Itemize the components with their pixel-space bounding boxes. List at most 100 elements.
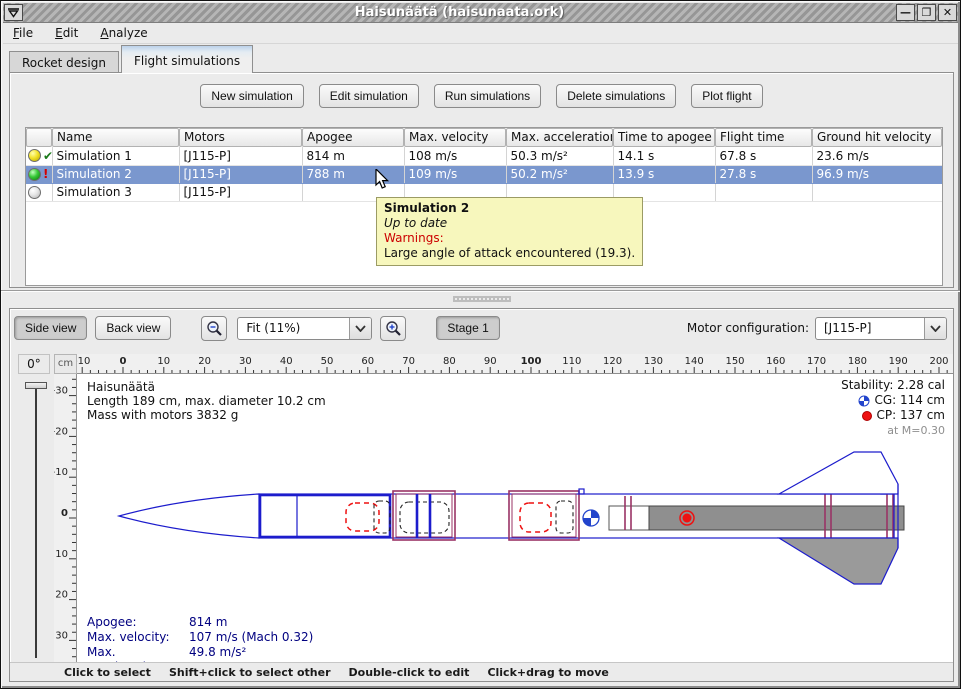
horizontal-splitter[interactable]	[1, 290, 961, 306]
stability-info: Stability: 2.28 cal CG: 114 cm CP: 137 c…	[841, 378, 945, 438]
cg-icon	[858, 395, 870, 407]
status-cell: ✔	[26, 147, 52, 165]
stage-1-toggle[interactable]: Stage 1	[436, 316, 499, 340]
svg-text:-10: -10	[77, 356, 90, 367]
column-header-name[interactable]: Name	[52, 128, 179, 147]
motor-configuration-label: Motor configuration:	[687, 321, 809, 335]
svg-text:-30: -30	[54, 386, 68, 397]
tab-flight-simulations[interactable]: Flight simulations	[121, 45, 253, 73]
hint-click-drag-to-move: Click+drag to move	[487, 666, 608, 679]
svg-text:-20: -20	[54, 426, 68, 437]
column-header-motors[interactable]: Motors	[179, 128, 302, 147]
simulation-table: NameMotorsApogeeMax. velocityMax. accele…	[26, 128, 943, 202]
check-icon: ✔	[43, 149, 52, 163]
cell-ground-hit-velocity: 23.6 m/s	[812, 147, 942, 165]
svg-text:20: 20	[55, 590, 68, 601]
table-row[interactable]: ✔Simulation 1[J115-P]814 m108 m/s50.3 m/…	[26, 147, 942, 165]
zoom-in-button[interactable]	[380, 316, 406, 341]
cell-ground-hit-velocity: 96.9 m/s	[812, 165, 942, 183]
rocket-mass: Mass with motors 3832 g	[87, 408, 326, 422]
maximize-button[interactable]: ❐	[917, 4, 936, 21]
table-row[interactable]: !Simulation 2[J115-P]788 m109 m/s50.2 m/…	[26, 165, 942, 183]
slider-handle[interactable]	[25, 382, 47, 389]
cg-marker	[583, 510, 599, 526]
side-view-button[interactable]: Side view	[14, 316, 87, 340]
zoom-out-button[interactable]	[201, 316, 227, 341]
max-acceleration-label: Max. acceleration:	[87, 645, 187, 662]
fin-top	[779, 452, 898, 494]
table-body: ✔Simulation 1[J115-P]814 m108 m/s50.3 m/…	[26, 147, 942, 201]
tooltip-status: Up to date	[384, 216, 635, 231]
back-view-button[interactable]: Back view	[95, 316, 171, 340]
column-header-status[interactable]	[26, 128, 52, 147]
delete-simulations-button[interactable]: Delete simulations	[556, 84, 676, 108]
minimize-button[interactable]: —	[896, 4, 915, 21]
svg-text:200: 200	[929, 356, 948, 367]
rocket-canvas[interactable]: Haisunäätä Length 189 cm, max. diameter …	[77, 374, 953, 662]
status-ball-gray-icon	[28, 186, 41, 199]
title-bar: Haisunäätä (haisunaata.ork) — ❐ ✕	[3, 3, 958, 23]
edit-simulation-button[interactable]: Edit simulation	[319, 84, 419, 108]
column-header-ground-hit-velocity[interactable]: Ground hit velocity	[812, 128, 942, 147]
cell-motors: [J115-P]	[179, 165, 302, 183]
column-header-max-velocity[interactable]: Max. velocity	[404, 128, 506, 147]
simulation-tooltip: Simulation 2 Up to date Warnings: Large …	[376, 197, 643, 266]
status-ball-green-icon	[28, 168, 41, 181]
cell-flight-time: 67.8 s	[715, 147, 812, 165]
horizontal-ruler: -100102030405060708090100110120130140150…	[77, 354, 953, 374]
svg-text:10: 10	[55, 549, 68, 560]
cell-apogee: 814 m	[302, 147, 404, 165]
svg-text:30: 30	[55, 630, 68, 641]
status-ball-yellow-icon	[28, 149, 41, 162]
svg-text:50: 50	[321, 356, 334, 367]
svg-text:120: 120	[603, 356, 622, 367]
tooltip-warning-text: Large angle of attack encountered (19.3)…	[384, 246, 635, 261]
rotation-slider[interactable]	[24, 380, 48, 662]
cell-max-acceleration: 50.2 m/s²	[506, 165, 613, 183]
cell-max-acceleration: 50.3 m/s²	[506, 147, 613, 165]
column-header-max-acceleration[interactable]: Max. acceleration	[506, 128, 613, 147]
main-tabs: Rocket designFlight simulations	[9, 45, 253, 73]
view-toolbar: Side view Back view Fit (11%)	[14, 315, 947, 341]
close-button[interactable]: ✕	[938, 4, 957, 21]
svg-text:30: 30	[239, 356, 252, 367]
apogee-value: 814 m	[189, 615, 313, 630]
window-title: Haisunäätä (haisunaata.ork)	[24, 5, 895, 20]
column-header-time-to-apogee[interactable]: Time to apogee	[613, 128, 715, 147]
app-window: Haisunäätä (haisunaata.ork) — ❐ ✕ File Ed…	[0, 0, 961, 689]
tab-rocket-design[interactable]: Rocket design	[9, 51, 119, 73]
cell-motors: [J115-P]	[179, 183, 302, 201]
close-icon: ✕	[943, 7, 952, 18]
window-menu-icon	[7, 7, 20, 19]
svg-text:0: 0	[120, 356, 127, 367]
nose-cone	[119, 494, 259, 538]
column-header-flight-time[interactable]: Flight time	[715, 128, 812, 147]
svg-text:90: 90	[484, 356, 497, 367]
motor-configuration-value: [J115-P]	[816, 321, 924, 335]
cell-name: Simulation 3	[52, 183, 179, 201]
svg-text:170: 170	[807, 356, 826, 367]
new-simulation-button[interactable]: New simulation	[200, 84, 303, 108]
tooltip-title: Simulation 2	[384, 201, 635, 216]
splitter-grip-icon	[453, 296, 511, 302]
window-menu-button[interactable]	[4, 4, 23, 21]
run-simulations-button[interactable]: Run simulations	[434, 84, 541, 108]
rocket-dimensions: Length 189 cm, max. diameter 10.2 cm	[87, 394, 326, 408]
zoom-level-select[interactable]: Fit (11%)	[237, 317, 372, 340]
svg-text:110: 110	[562, 356, 581, 367]
cg-value: CG: 114 cm	[874, 393, 945, 408]
menu-analyze[interactable]: Analyze	[100, 26, 147, 40]
motor-configuration-select[interactable]: [J115-P]	[815, 317, 947, 340]
svg-text:10: 10	[157, 356, 170, 367]
rocket-view-panel: Side view Back view Fit (11%)	[9, 308, 954, 682]
svg-text:160: 160	[766, 356, 785, 367]
cell-time-to-apogee: 13.9 s	[613, 165, 715, 183]
menu-edit[interactable]: Edit	[55, 26, 78, 40]
column-header-apogee[interactable]: Apogee	[302, 128, 404, 147]
plot-flight-button[interactable]: Plot flight	[691, 84, 762, 108]
menu-file[interactable]: File	[13, 26, 33, 40]
status-cell: !	[26, 165, 52, 183]
svg-text:140: 140	[685, 356, 704, 367]
status-cell	[26, 183, 52, 201]
rotation-angle-value: 0°	[18, 354, 50, 374]
